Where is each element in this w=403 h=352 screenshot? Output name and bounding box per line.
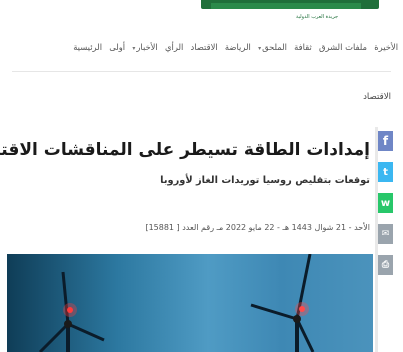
logo-subtitle: جريدة العرب الدولية xyxy=(295,14,339,20)
nav-divider xyxy=(12,71,391,72)
site-logo[interactable] xyxy=(201,0,379,13)
wind-turbines-illustration xyxy=(38,254,315,352)
facebook-share-button[interactable]: f xyxy=(378,131,393,151)
nav-item-label: ملفات الشرق xyxy=(318,42,368,52)
article-hero-image xyxy=(7,254,373,352)
site-header: جريدة العرب الدولية xyxy=(0,0,403,34)
nav-item[interactable]: ثقافة xyxy=(294,42,312,52)
share-column: f t w ✉ ⎙ xyxy=(378,131,393,286)
nav-item[interactable]: الرئيسية xyxy=(73,42,102,52)
twitter-icon: t xyxy=(383,166,388,178)
nav-item[interactable]: الرأي xyxy=(165,42,183,52)
logo-mark-detail xyxy=(211,3,361,9)
whatsapp-share-button[interactable]: w xyxy=(378,193,393,213)
page: جريدة العرب الدولية الرئيسية أولى الأخبار▾… xyxy=(0,0,403,352)
nav-item-label: الأخيرة xyxy=(374,42,399,52)
nav-item[interactable]: الأخبار▾ xyxy=(132,42,157,52)
facebook-icon: f xyxy=(382,134,389,148)
nav-item-label: الملحق xyxy=(262,42,287,52)
whatsapp-icon: w xyxy=(380,197,391,209)
email-share-button[interactable]: ✉ xyxy=(378,224,393,244)
nav-item-label: الاقتصاد xyxy=(190,42,218,52)
nav-item-label: الأخبار xyxy=(136,42,158,52)
chevron-down-icon: ▾ xyxy=(132,45,136,52)
nav-item[interactable]: الاقتصاد xyxy=(191,42,218,52)
breadcrumb[interactable]: الاقتصاد xyxy=(363,92,391,102)
nav-item[interactable]: الأخيرة xyxy=(374,42,398,52)
nav-item-label: الرأي xyxy=(164,42,184,52)
nav-item-label: أولى xyxy=(109,42,126,52)
nav-item-label: الرئيسية xyxy=(73,42,103,52)
article-subtitle: توقعات بتقليص روسيا توريدات الغاز لأوروب… xyxy=(160,175,370,186)
nav-item[interactable]: أولى xyxy=(109,42,125,52)
main-nav: الرئيسية أولى الأخبار▾ الرأي الاقتصاد الرياضة… xyxy=(66,39,398,55)
print-icon: ⎙ xyxy=(381,260,390,270)
nav-item-label: ثقافة xyxy=(294,42,312,52)
email-icon: ✉ xyxy=(381,229,390,239)
nav-item[interactable]: الملحق▾ xyxy=(258,42,287,52)
nav-item[interactable]: الرياضة xyxy=(225,42,251,52)
nav-item-label: الرياضة xyxy=(224,42,251,52)
wind-turbine-right xyxy=(250,254,315,352)
wind-turbine-left xyxy=(38,271,105,352)
article-meta: الأحد - 21 شوال 1443 هـ - 22 مايو 2022 م… xyxy=(145,223,370,232)
nav-item[interactable]: ملفات الشرق xyxy=(319,42,367,52)
chevron-down-icon: ▾ xyxy=(258,45,262,52)
article-title: إمدادات الطاقة تسيطر على المناقشات الاقت… xyxy=(0,140,370,160)
twitter-share-button[interactable]: t xyxy=(378,162,393,182)
print-button[interactable]: ⎙ xyxy=(378,255,393,275)
